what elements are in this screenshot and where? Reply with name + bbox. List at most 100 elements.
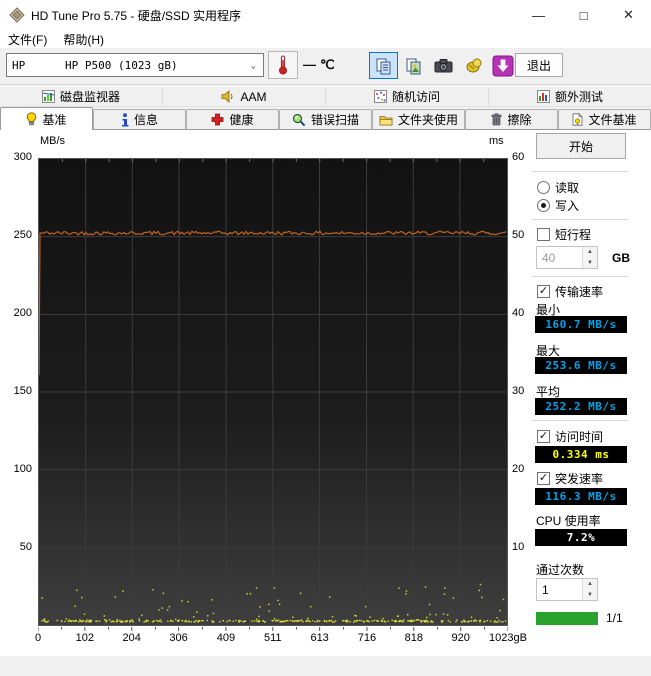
- tab-aam[interactable]: AAM: [163, 87, 326, 106]
- screenshot-button[interactable]: [429, 52, 458, 79]
- tab-label: 随机访问: [391, 90, 440, 104]
- short-stroke-checkbox[interactable]: 短行程: [537, 226, 591, 243]
- extra-tests-icon: [536, 90, 550, 103]
- short-stroke-spinner[interactable]: 40 ▲ ▼: [536, 246, 598, 269]
- info-icon: [121, 112, 129, 126]
- spin-up-icon[interactable]: ▲: [583, 579, 597, 590]
- chevron-down-icon: ⌄: [250, 61, 256, 71]
- drive-select-dropdown[interactable]: HP HP P500 (1023 gB) ⌄: [6, 53, 264, 77]
- folder-icon: [379, 115, 393, 125]
- tab-label: 磁盘监视器: [59, 90, 120, 104]
- tab-folder-usage[interactable]: 文件夹使用: [372, 109, 465, 130]
- access-time-label: 访问时间: [555, 430, 604, 444]
- hand-coin-icon: [466, 58, 481, 72]
- access-time-check[interactable]: ✓: [537, 430, 550, 443]
- menu-file[interactable]: 文件(F): [0, 30, 55, 49]
- random-access-icon: [373, 90, 387, 103]
- transfer-rate-check[interactable]: ✓: [537, 285, 550, 298]
- tab-extra-tests[interactable]: 额外测试: [489, 87, 651, 106]
- trash-icon: [492, 113, 502, 126]
- close-button[interactable]: ✕: [606, 0, 651, 30]
- short-stroke-value: 40: [542, 251, 556, 265]
- y-right-unit: ms: [489, 135, 504, 147]
- maximize-button[interactable]: □: [561, 0, 606, 30]
- x-axis-ticks: [38, 627, 508, 631]
- y-left-unit: MB/s: [40, 135, 66, 147]
- donate-button[interactable]: [459, 52, 488, 79]
- pass-count-spinner[interactable]: 1 ▲ ▼: [536, 578, 598, 601]
- cpu-usage-label: CPU 使用率: [536, 514, 601, 528]
- secondary-tab-strip: 磁盘监视器 AAM 随机访问 额外测试: [0, 86, 651, 107]
- min-value: 160.7 MB/s: [535, 316, 627, 333]
- benchmark-icon: [27, 112, 37, 126]
- tab-label: 健康: [229, 113, 254, 127]
- cpu-usage-value: 7.2%: [535, 529, 627, 546]
- magnifier-icon: [292, 113, 306, 126]
- tab-random-access[interactable]: 随机访问: [326, 87, 489, 106]
- access-time-checkbox[interactable]: ✓ 访问时间: [537, 428, 603, 445]
- radio-write[interactable]: 写入: [537, 197, 579, 214]
- tab-info[interactable]: 信息: [93, 109, 186, 130]
- title-bar: HD Tune Pro 5.75 - 硬盘/SSD 实用程序 — □ ✕: [0, 0, 651, 30]
- status-strip: [0, 656, 651, 676]
- tab-label: 擦除: [507, 113, 532, 127]
- tab-label: 基准: [42, 112, 67, 127]
- burst-rate-value: 116.3 MB/s: [535, 488, 627, 505]
- temperature-button[interactable]: [268, 51, 298, 79]
- spin-up-icon[interactable]: ▲: [583, 247, 597, 258]
- tab-label: 错误扫描: [310, 113, 359, 127]
- short-stroke-label: 短行程: [555, 228, 592, 242]
- tab-disk-monitor[interactable]: 磁盘监视器: [0, 87, 163, 106]
- radio-write-label: 写入: [555, 199, 580, 213]
- download-arrow-icon: [492, 55, 513, 76]
- radio-write-control[interactable]: [537, 199, 550, 212]
- burst-rate-check[interactable]: ✓: [537, 472, 550, 485]
- pass-count-label: 通过次数: [536, 563, 585, 577]
- copy-image-icon: [406, 58, 420, 74]
- exit-button[interactable]: 退出: [515, 53, 563, 77]
- access-time-value: 0.334 ms: [535, 446, 627, 463]
- tab-label: 文件基准: [588, 113, 637, 127]
- transfer-rate-label: 传输速率: [555, 285, 604, 299]
- minimize-button[interactable]: —: [516, 0, 561, 30]
- drive-select-value: HP HP P500 (1023 gB): [12, 58, 178, 72]
- progress-bar: [536, 612, 598, 625]
- copy-image-button[interactable]: [399, 52, 428, 79]
- camera-icon: [434, 59, 453, 73]
- tab-file-benchmark[interactable]: 文件基准: [558, 109, 651, 130]
- burst-rate-checkbox[interactable]: ✓ 突发速率: [537, 470, 603, 487]
- toolbar: HP HP P500 (1023 gB) ⌄ —℃ 退出: [0, 48, 651, 85]
- spin-down-icon[interactable]: ▼: [583, 589, 597, 600]
- radio-read-label: 读取: [555, 181, 580, 195]
- tab-label: 信息: [133, 113, 158, 127]
- copy-text-icon: [376, 58, 390, 74]
- health-cross-icon: [212, 113, 224, 126]
- file-benchmark-icon: [573, 113, 584, 126]
- start-button[interactable]: 开始: [536, 133, 626, 159]
- window-title: HD Tune Pro 5.75 - 硬盘/SSD 实用程序: [31, 8, 242, 23]
- gb-unit-label: GB: [612, 251, 630, 265]
- burst-rate-label: 突发速率: [555, 472, 604, 486]
- tab-health[interactable]: 健康: [186, 109, 279, 130]
- tab-label: 额外测试: [554, 90, 603, 104]
- menu-help[interactable]: 帮助(H): [55, 30, 112, 49]
- thermometer-icon: [279, 55, 287, 75]
- spin-down-icon[interactable]: ▼: [583, 257, 597, 268]
- copy-text-button[interactable]: [369, 52, 398, 79]
- transfer-rate-checkbox[interactable]: ✓ 传输速率: [537, 283, 603, 300]
- tab-benchmark[interactable]: 基准: [0, 107, 93, 130]
- radio-read[interactable]: 读取: [537, 179, 579, 196]
- avg-value: 252.2 MB/s: [535, 398, 627, 415]
- app-icon: [9, 7, 25, 23]
- radio-read-control[interactable]: [537, 181, 550, 194]
- tab-erase[interactable]: 擦除: [465, 109, 558, 130]
- progress-label: 1/1: [606, 611, 623, 625]
- speaker-icon: [222, 90, 233, 103]
- pass-count-value: 1: [542, 583, 549, 597]
- max-value: 253.6 MB/s: [535, 357, 627, 374]
- benchmark-chart: [38, 158, 508, 626]
- update-button[interactable]: [488, 52, 517, 79]
- tab-error-scan[interactable]: 错误扫描: [279, 109, 372, 130]
- short-stroke-check[interactable]: [537, 228, 550, 241]
- temperature-readout: —℃: [303, 57, 339, 72]
